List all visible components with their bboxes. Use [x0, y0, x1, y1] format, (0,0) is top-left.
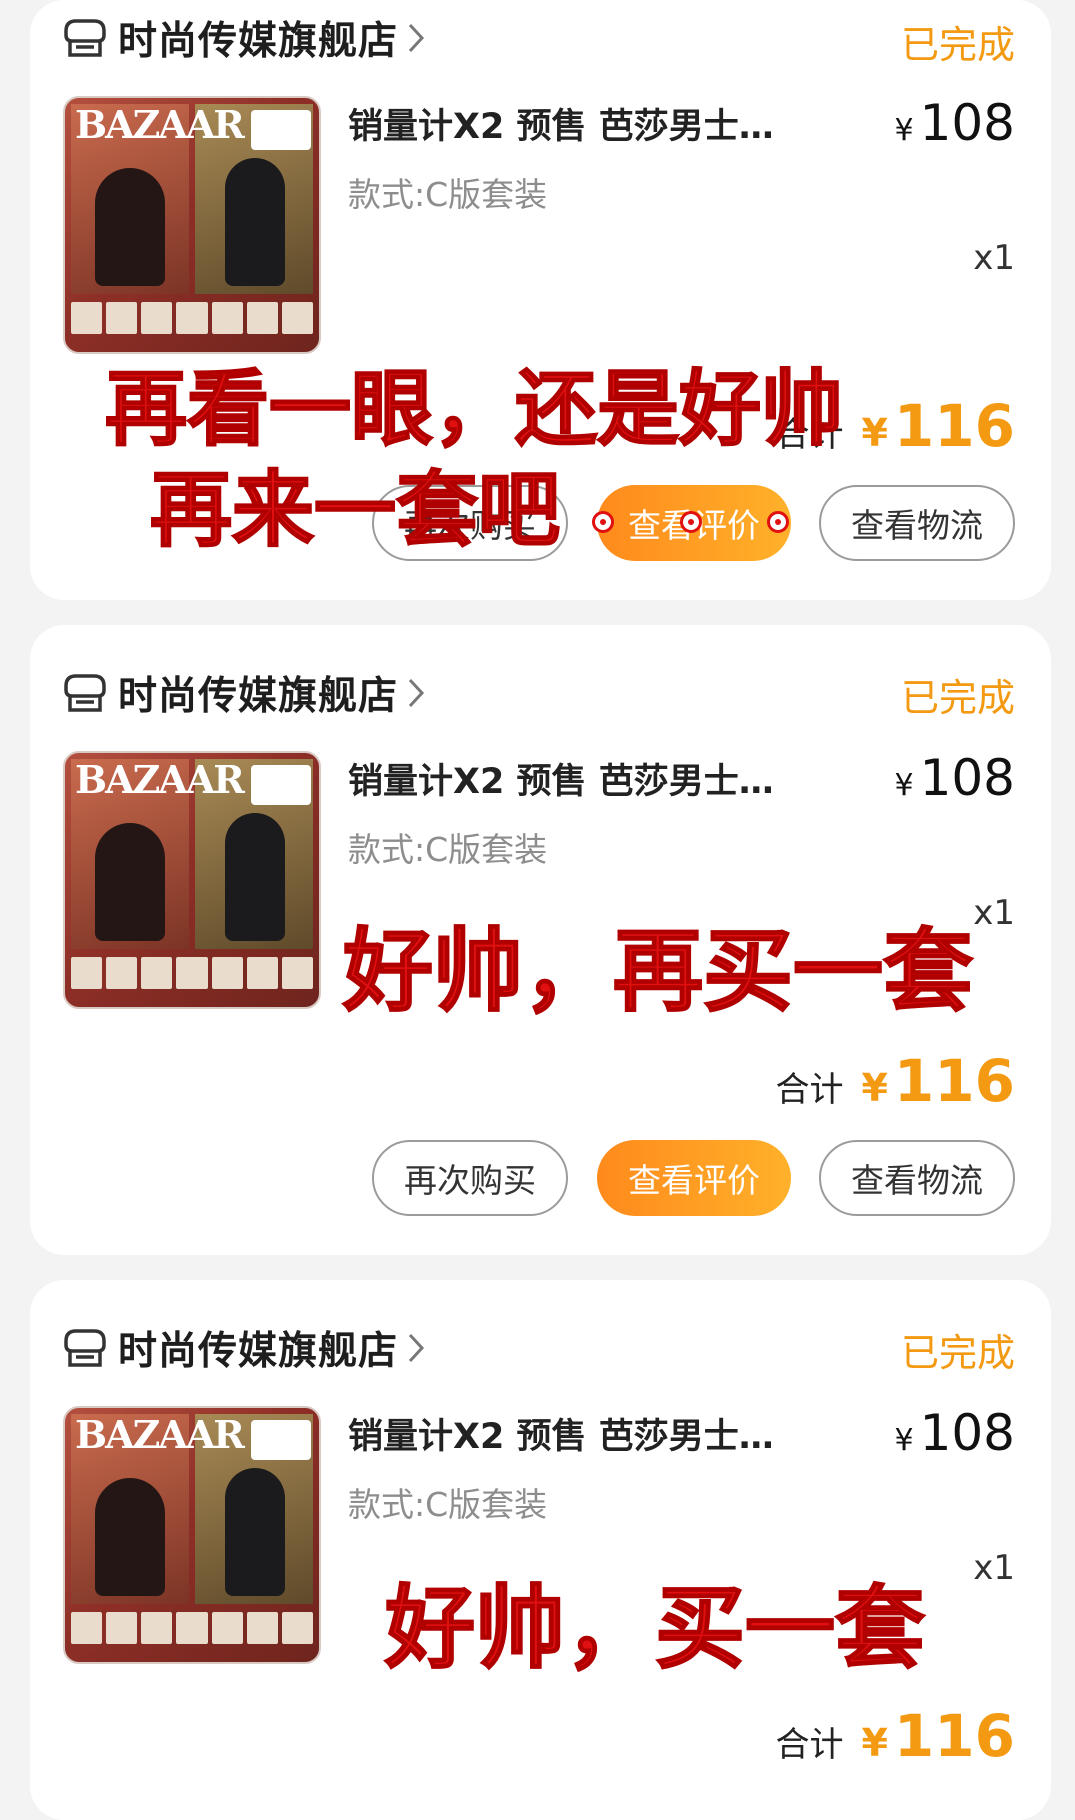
product-image-brand: BAZAAR	[75, 1412, 245, 1457]
order-status: 已完成	[900, 23, 1015, 67]
product-image[interactable]: BAZAAR	[63, 1406, 321, 1664]
store-icon	[64, 674, 106, 712]
tap-marker	[680, 511, 702, 533]
product-image-brand: BAZAAR	[75, 102, 245, 147]
quantity: x1	[973, 1548, 1015, 1588]
product-image[interactable]: BAZAAR	[63, 751, 321, 1009]
unit-price: ¥108	[894, 1404, 1015, 1462]
chevron-right-icon	[408, 1333, 425, 1363]
tap-marker	[592, 511, 614, 533]
shop-header[interactable]: 时尚传媒旗舰店	[62, 663, 426, 723]
product-title[interactable]: 销量计X2 预售 芭莎男士…	[348, 98, 774, 149]
shop-name: 时尚传媒旗舰店	[118, 19, 399, 64]
chevron-right-icon	[408, 23, 425, 53]
order-total: 合计 ¥ 116	[775, 1702, 1015, 1770]
shop-header[interactable]: 时尚传媒旗舰店	[62, 1318, 426, 1378]
unit-price: ¥108	[894, 749, 1015, 807]
unit-price: ¥108	[894, 94, 1015, 152]
product-image[interactable]: BAZAAR	[63, 96, 321, 354]
quantity: x1	[973, 238, 1015, 278]
product-title[interactable]: 销量计X2 预售 芭莎男士…	[348, 753, 774, 804]
store-icon	[64, 19, 106, 57]
rebuy-button[interactable]: 再次购买	[372, 485, 568, 561]
product-image-brand: BAZAAR	[75, 757, 245, 802]
order-card[interactable]: 时尚传媒旗舰店 已完成 BAZAAR 销量计X2 预售 芭莎男士… 款式:C版套…	[30, 625, 1051, 1255]
order-status: 已完成	[900, 1331, 1015, 1375]
shop-name: 时尚传媒旗舰店	[118, 674, 399, 719]
view-logistics-button[interactable]: 查看物流	[819, 1140, 1015, 1216]
order-total: 合计 ¥ 116	[775, 392, 1015, 460]
order-total: 合计 ¥ 116	[775, 1047, 1015, 1115]
product-variant: 款式:C版套装	[348, 175, 548, 214]
product-variant: 款式:C版套装	[348, 1485, 548, 1524]
view-logistics-button[interactable]: 查看物流	[819, 485, 1015, 561]
order-status: 已完成	[900, 676, 1015, 720]
shop-header[interactable]: 时尚传媒旗舰店	[62, 8, 426, 68]
tap-marker	[767, 511, 789, 533]
order-card[interactable]: 时尚传媒旗舰店 已完成 BAZAAR 销量计X2 预售 芭莎男士… 款式:C版套…	[30, 0, 1051, 600]
product-variant: 款式:C版套装	[348, 830, 548, 869]
store-icon	[64, 1329, 106, 1367]
view-review-button[interactable]: 查看评价	[597, 1140, 791, 1216]
quantity: x1	[973, 893, 1015, 933]
product-title[interactable]: 销量计X2 预售 芭莎男士…	[348, 1408, 774, 1459]
order-card[interactable]: 时尚传媒旗舰店 已完成 BAZAAR 销量计X2 预售 芭莎男士… 款式:C版套…	[30, 1280, 1051, 1820]
shop-name: 时尚传媒旗舰店	[118, 1329, 399, 1374]
rebuy-button[interactable]: 再次购买	[372, 1140, 568, 1216]
chevron-right-icon	[408, 678, 425, 708]
